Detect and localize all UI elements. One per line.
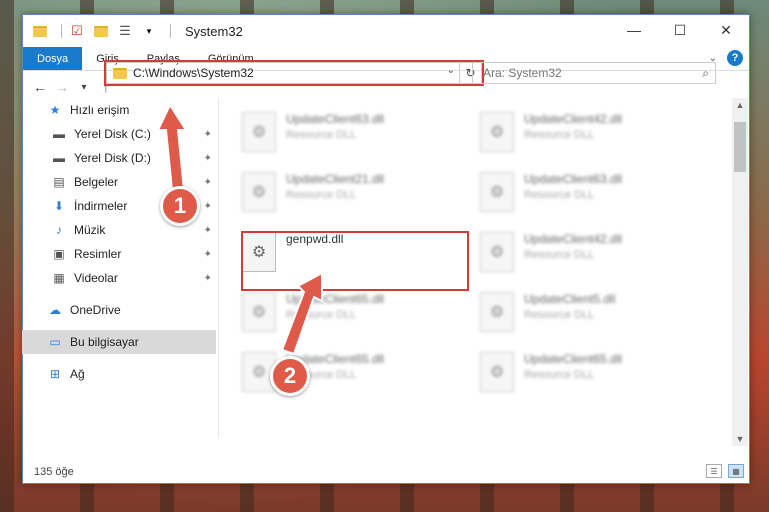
arrow-2 [280, 271, 323, 356]
step-marker-2: 2 [270, 356, 310, 396]
arrow-1 [156, 102, 188, 191]
annotation-arrows [156, 102, 323, 356]
step-marker-1: 1 [160, 186, 200, 226]
